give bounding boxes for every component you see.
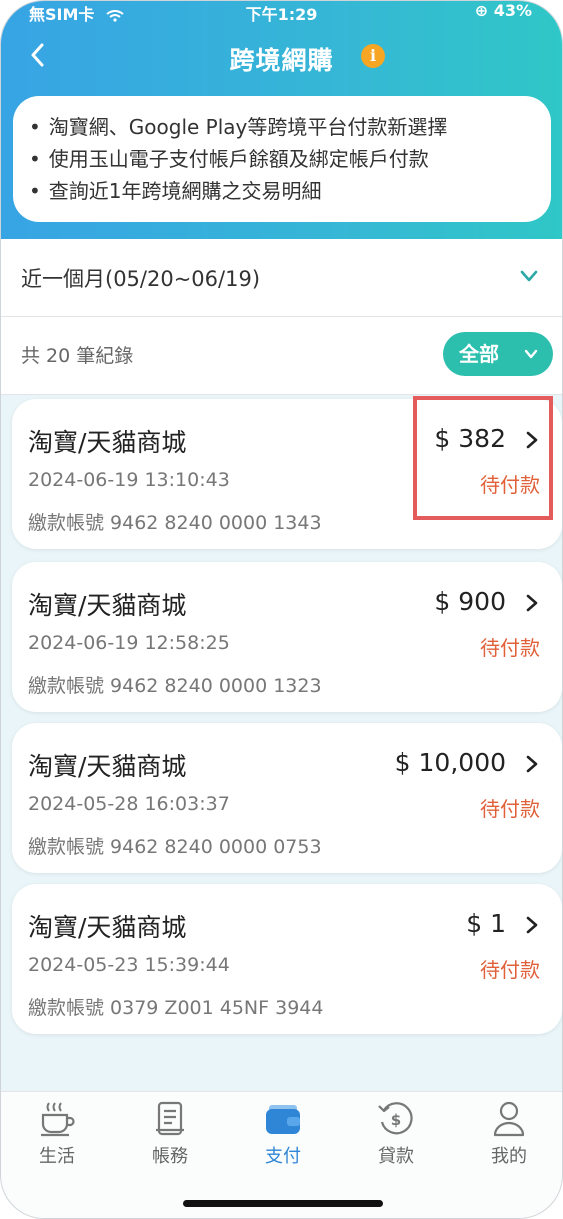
tab-label: 我的 bbox=[491, 1146, 527, 1167]
status-bar: 無SIM卡 下午1:29 ⊕ 43% bbox=[1, 1, 562, 27]
tab-label: 貸款 bbox=[378, 1146, 414, 1167]
period-selector[interactable]: 近一個月(05/20~06/19) bbox=[1, 239, 562, 317]
merchant-name: 淘寶/天貓商城 bbox=[28, 913, 187, 942]
type-filter-dropdown[interactable]: 全部 bbox=[443, 332, 553, 376]
record-count: 共 20 筆紀錄 bbox=[21, 345, 134, 367]
record-summary-row: 共 20 筆紀錄 全部 bbox=[1, 317, 562, 395]
transaction-card[interactable]: 淘寶/天貓商城 2024-05-23 15:39:44 繳款帳號 0379 Z0… bbox=[12, 884, 562, 1034]
payment-status: 待付款 bbox=[480, 636, 540, 660]
tab-label: 支付 bbox=[265, 1146, 301, 1167]
chevron-down-icon bbox=[524, 349, 538, 359]
transaction-amount: $ 10,000 bbox=[394, 748, 506, 777]
home-indicator bbox=[183, 1200, 383, 1207]
transaction-datetime: 2024-06-19 13:10:43 bbox=[28, 469, 230, 491]
phone-screen: 無SIM卡 下午1:29 ⊕ 43% 跨境網購 i 淘寶網、Google Pla… bbox=[0, 0, 563, 1219]
payment-account: 繳款帳號 0379 Z001 45NF 3944 bbox=[28, 997, 324, 1019]
payment-status: 待付款 bbox=[480, 797, 540, 821]
transaction-amount: $ 900 bbox=[434, 587, 506, 616]
chevron-right-icon bbox=[526, 594, 538, 612]
document-icon bbox=[156, 1101, 184, 1136]
svg-text:$: $ bbox=[391, 1111, 401, 1129]
filter-section: 近一個月(05/20~06/19) 共 20 筆紀錄 全部 bbox=[1, 239, 562, 395]
info-line: 淘寶網、Google Play等跨境平台付款新選擇 bbox=[29, 111, 535, 143]
navigation-bar: 跨境網購 i bbox=[1, 35, 562, 79]
tab-profile[interactable]: 我的 bbox=[464, 1100, 554, 1168]
info-line: 查詢近1年跨境網購之交易明細 bbox=[29, 175, 535, 207]
info-icon[interactable]: i bbox=[361, 44, 385, 68]
type-filter-label: 全部 bbox=[459, 342, 499, 366]
tab-life[interactable]: 生活 bbox=[12, 1100, 102, 1168]
transaction-datetime: 2024-05-28 16:03:37 bbox=[28, 793, 230, 815]
page-title: 跨境網購 bbox=[229, 46, 334, 75]
payment-status: 待付款 bbox=[480, 958, 540, 982]
merchant-name: 淘寶/天貓商城 bbox=[28, 752, 187, 781]
payment-account: 繳款帳號 9462 8240 0000 0753 bbox=[28, 836, 322, 858]
chevron-right-icon bbox=[526, 916, 538, 934]
info-line: 使用玉山電子支付帳戶餘額及綁定帳戶付款 bbox=[29, 143, 535, 175]
person-icon bbox=[493, 1101, 525, 1137]
chevron-down-icon bbox=[520, 270, 538, 282]
coffee-cup-icon bbox=[41, 1102, 75, 1137]
tab-loan[interactable]: $ 貸款 bbox=[351, 1100, 441, 1168]
payment-account: 繳款帳號 9462 8240 0000 1323 bbox=[28, 675, 322, 697]
tab-label: 生活 bbox=[39, 1146, 75, 1167]
transaction-card[interactable]: 淘寶/天貓商城 2024-06-19 12:58:25 繳款帳號 9462 82… bbox=[12, 562, 562, 712]
transaction-datetime: 2024-06-19 12:58:25 bbox=[28, 632, 230, 654]
highlight-annotation bbox=[413, 396, 553, 520]
loan-dollar-icon: $ bbox=[378, 1102, 413, 1135]
merchant-name: 淘寶/天貓商城 bbox=[28, 428, 187, 457]
payment-account: 繳款帳號 9462 8240 0000 1343 bbox=[28, 512, 322, 534]
wallet-icon bbox=[266, 1105, 300, 1134]
merchant-name: 淘寶/天貓商城 bbox=[28, 591, 187, 620]
period-label: 近一個月(05/20~06/19) bbox=[21, 267, 261, 291]
transaction-card[interactable]: 淘寶/天貓商城 2024-05-28 16:03:37 繳款帳號 9462 82… bbox=[12, 723, 562, 873]
tab-accounts[interactable]: 帳務 bbox=[125, 1100, 215, 1168]
transaction-amount: $ 1 bbox=[466, 909, 506, 938]
chevron-right-icon bbox=[526, 755, 538, 773]
battery-indicator: ⊕ 43% bbox=[474, 1, 532, 20]
transaction-datetime: 2024-05-23 15:39:44 bbox=[28, 954, 230, 976]
service-info-card: 淘寶網、Google Play等跨境平台付款新選擇 使用玉山電子支付帳戶餘額及綁… bbox=[13, 96, 551, 222]
tab-label: 帳務 bbox=[152, 1146, 188, 1167]
tab-payment[interactable]: 支付 bbox=[238, 1100, 328, 1168]
